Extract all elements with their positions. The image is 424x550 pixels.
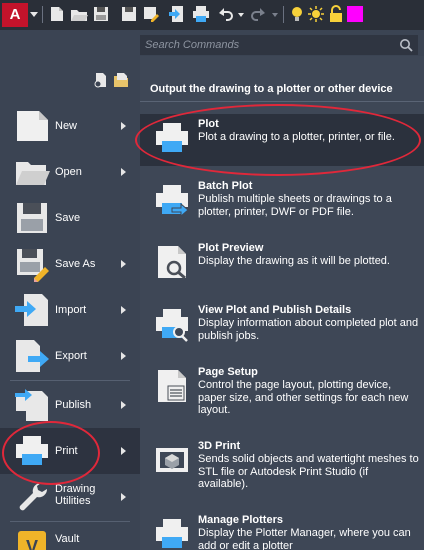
menu-item-new[interactable]: New — [0, 103, 140, 149]
page-setup-icon — [158, 370, 186, 402]
menu-item-label: New — [55, 120, 78, 132]
open-folder-icon — [16, 162, 50, 185]
menu-item-save-as[interactable]: Save As — [0, 241, 140, 287]
menu-item-label: Save As — [55, 258, 96, 270]
menu-item-open[interactable]: Open — [0, 149, 140, 195]
menu-item-drawing-utilities[interactable]: Drawing Utilities — [0, 474, 140, 520]
autocad-logo-icon: A — [2, 3, 28, 27]
menu-divider — [10, 521, 130, 522]
chevron-right-icon — [121, 306, 126, 314]
printer-icon — [16, 436, 48, 465]
save-as-icon — [17, 249, 49, 282]
menu-item-print[interactable]: Print — [0, 428, 140, 474]
menu-item-import[interactable]: Import — [0, 287, 140, 333]
menu-item-save[interactable]: Save — [0, 195, 140, 241]
menu-item-export[interactable]: Export — [0, 333, 140, 379]
open-icon[interactable] — [70, 5, 88, 23]
menu-item-label: Publish — [55, 399, 92, 411]
save-as-pencil-icon[interactable] — [142, 5, 160, 23]
chevron-right-icon — [121, 352, 126, 360]
chevron-right-icon — [121, 122, 126, 130]
command-title: Page Setup — [198, 366, 258, 378]
toolbar-separator — [42, 6, 43, 23]
print-icon[interactable] — [192, 5, 210, 23]
open-documents-icon[interactable] — [113, 72, 129, 88]
plot-preview-icon — [158, 246, 186, 280]
print-submenu-panel: Output the drawing to a plotter or other… — [140, 56, 424, 550]
new-document-icon — [17, 111, 48, 141]
save-disk-icon — [17, 203, 47, 233]
command-manage-plotters[interactable]: Manage Plotters Display the Plotter Mana… — [140, 510, 424, 550]
sun-icon[interactable] — [307, 5, 325, 23]
menu-item-vault[interactable]: V Vault — [0, 524, 140, 550]
search-commands-bar — [140, 35, 418, 55]
command-description: Display information about completed plot… — [198, 317, 419, 342]
menu-item-publish[interactable]: Publish — [0, 382, 140, 428]
menu-item-label: Export — [55, 350, 87, 362]
menu-divider — [10, 380, 130, 381]
command-view-plot-details[interactable]: View Plot and Publish Details Display in… — [140, 300, 424, 352]
svg-text:V: V — [26, 537, 38, 550]
save-icon[interactable] — [92, 5, 110, 23]
menu-item-label: Save — [55, 212, 81, 224]
application-menu-left: New Open Save Save As Import Export Publ… — [0, 56, 140, 550]
search-icon[interactable] — [399, 38, 413, 52]
submenu-title: Output the drawing to a plotter or other… — [150, 83, 393, 95]
chevron-right-icon — [121, 260, 126, 268]
menu-item-label: Open — [55, 166, 82, 178]
3d-print-icon — [156, 448, 188, 472]
command-title: Plot Preview — [198, 242, 264, 254]
command-description: Display the drawing as it will be plotte… — [198, 255, 390, 267]
chevron-right-icon — [121, 493, 126, 501]
search-commands-input[interactable] — [140, 35, 390, 55]
save-as-icon[interactable] — [120, 5, 138, 23]
chevron-right-icon — [121, 401, 126, 409]
chevron-down-icon — [30, 12, 38, 17]
menu-item-label: Drawing Utilities — [55, 483, 96, 507]
menu-item-label: Vault — [55, 533, 80, 545]
redo-icon[interactable] — [250, 5, 268, 23]
plot-details-icon — [156, 309, 188, 342]
command-description: Control the page layout, plotting device… — [198, 379, 409, 416]
export-icon — [16, 340, 49, 372]
recent-documents-icon[interactable] — [93, 72, 109, 88]
command-description: Publish multiple sheets or drawings to a… — [198, 193, 392, 218]
chevron-right-icon — [121, 447, 126, 455]
light-bulb-icon[interactable] — [288, 5, 306, 23]
command-title: Manage Plotters — [198, 514, 283, 526]
manage-plotters-icon — [156, 519, 188, 548]
command-title: View Plot and Publish Details — [198, 304, 352, 316]
batch-plot-icon — [156, 185, 189, 218]
command-title: Plot — [198, 118, 219, 130]
new-icon[interactable] — [48, 5, 66, 23]
color-swatch-icon[interactable] — [347, 6, 363, 22]
command-plot[interactable]: Plot Plot a drawing to a plotter, printe… — [140, 114, 424, 166]
publish-icon — [15, 389, 48, 421]
command-page-setup[interactable]: Page Setup Control the page layout, plot… — [140, 362, 424, 424]
application-menu-button[interactable]: A — [2, 3, 40, 27]
import-icon — [15, 294, 48, 326]
command-3d-print[interactable]: 3D Print Sends solid objects and waterti… — [140, 436, 424, 498]
command-description: Display the Plotter Manager, where you c… — [198, 527, 411, 550]
command-title: Batch Plot — [198, 180, 253, 192]
lock-icon[interactable] — [327, 5, 345, 23]
plot-printer-icon — [156, 123, 188, 152]
command-description: Sends solid objects and watertight meshe… — [198, 453, 419, 490]
command-description: Plot a drawing to a plotter, printer, or… — [198, 131, 395, 143]
chevron-right-icon — [121, 168, 126, 176]
command-plot-preview[interactable]: Plot Preview Display the drawing as it w… — [140, 238, 424, 290]
menu-item-label: Print — [55, 445, 78, 457]
undo-icon[interactable] — [216, 5, 234, 23]
menu-item-label: Import — [55, 304, 87, 316]
quick-access-toolbar: A — [0, 0, 424, 30]
publish-icon[interactable] — [168, 5, 186, 23]
submenu-divider — [140, 101, 424, 102]
vault-icon: V — [18, 531, 46, 550]
redo-dropdown-icon[interactable] — [271, 5, 279, 23]
undo-dropdown-icon[interactable] — [237, 5, 245, 23]
command-title: 3D Print — [198, 440, 241, 452]
wrench-icon — [19, 482, 48, 511]
command-batch-plot[interactable]: Batch Plot Publish multiple sheets or dr… — [140, 176, 424, 228]
